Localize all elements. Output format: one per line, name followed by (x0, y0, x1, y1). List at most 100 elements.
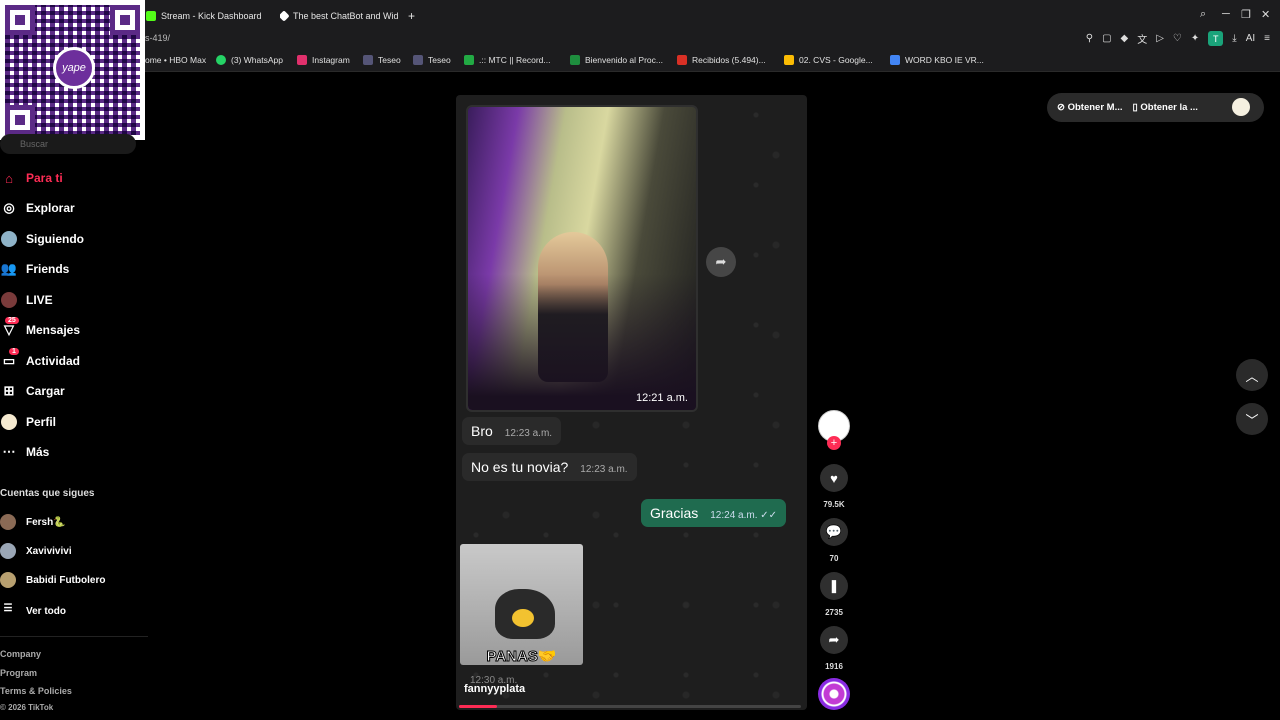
bookmark-label: .:: MTC || Record... (479, 55, 551, 65)
instagram-icon (297, 55, 307, 65)
photo-time: 12:21 a.m. (636, 392, 688, 404)
nav-explorar[interactable]: ◎ Explorar (0, 199, 74, 217)
account-item[interactable]: Xavivivivi (0, 543, 72, 559)
bookmark-label: WORD KBO IE VR... (905, 55, 984, 65)
bookmark-label: Teseo (378, 55, 401, 65)
pin-icon[interactable]: ⚲ (1086, 33, 1093, 44)
profile-avatar[interactable]: T (1208, 31, 1224, 46)
bookmark-label: Recibidos (5.494)... (692, 55, 766, 65)
bookmark-whatsapp[interactable]: (3) WhatsApp (216, 55, 283, 65)
nav-friends[interactable]: 👥 Friends (0, 260, 69, 278)
comment-icon: 💬 (825, 524, 843, 539)
nav-siguiendo[interactable]: Siguiendo (0, 230, 84, 248)
bookmark-instagram[interactable]: Instagram (297, 55, 350, 65)
video-progress-bar[interactable] (459, 705, 801, 708)
close-button[interactable]: ✕ (1261, 8, 1270, 21)
bookmark-hbo[interactable]: ome • HBO Max (145, 55, 206, 65)
heart-icon[interactable]: ♡ (1173, 33, 1182, 44)
bookmark-label: 02. CVS - Google... (799, 55, 873, 65)
message-time: 12:24 a.m. ✓✓ (710, 510, 778, 521)
user-avatar[interactable] (1232, 98, 1250, 116)
previous-video-button[interactable]: ︿ (1236, 359, 1268, 391)
nav-para-ti[interactable]: ⌂ Para ti (0, 169, 63, 187)
chatbot-icon (280, 10, 290, 22)
message-time: 12:23 a.m. (580, 464, 628, 475)
sidebar-divider (0, 636, 148, 637)
bookmark-label: (3) WhatsApp (231, 55, 283, 65)
menu-icon[interactable]: ≡ (1264, 33, 1270, 44)
download-icon[interactable]: ⤓ (1232, 33, 1236, 44)
messages-badge: 25 (5, 317, 19, 324)
nav-label: Friends (26, 262, 70, 276)
shield-icon[interactable]: ◆ (1121, 33, 1129, 44)
bookmark-teseo-1[interactable]: Teseo (363, 55, 401, 65)
search-tabs-icon[interactable]: ⌕ (1200, 8, 1206, 21)
nav-cargar[interactable]: ⊞ Cargar (0, 382, 65, 400)
translate-icon[interactable]: 文 (1137, 31, 1147, 46)
minimize-button[interactable]: ─ (1222, 8, 1230, 20)
desktop-icon: ⊘ (1057, 102, 1068, 113)
bookmark-label: Bienvenido al Proc... (585, 55, 663, 65)
account-name: Fersh🐍 (26, 516, 66, 528)
message-time: 12:23 a.m. (504, 428, 553, 439)
like-button[interactable]: ♥ (820, 464, 848, 492)
chat-bubble-in: Bro 12:23 a.m. (462, 417, 562, 445)
play-icon[interactable]: ▷ (1156, 33, 1164, 44)
profile-icon (0, 413, 18, 431)
bookmark-label: Instagram (312, 55, 350, 65)
nav-label: Actividad (26, 354, 81, 368)
share-button[interactable]: ➦ (820, 626, 848, 654)
drive-icon (784, 55, 794, 65)
nav-live[interactable]: LIVE (0, 291, 53, 309)
bookmark-mtc[interactable]: .:: MTC || Record... (464, 55, 550, 65)
message-text: Bro (471, 423, 493, 439)
share-count: 1916 (825, 662, 843, 671)
follow-plus-icon[interactable]: + (827, 436, 841, 450)
see-all-link[interactable]: ☰ Ver todo (0, 603, 67, 619)
docs-icon (890, 55, 900, 65)
following-section-title: Cuentas que sigues (0, 488, 95, 499)
save-button[interactable]: ❚ (820, 572, 848, 600)
account-item[interactable]: Babidi Futbolero (0, 572, 105, 588)
nav-label: LIVE (26, 293, 53, 307)
account-item[interactable]: Fersh🐍 (0, 514, 66, 530)
tab-chatbot[interactable]: The best ChatBot and Wid (280, 6, 398, 26)
footer-program[interactable]: Program (0, 668, 37, 678)
screenshot-icon[interactable]: ▢ (1102, 33, 1111, 44)
bookmark-word[interactable]: WORD KBO IE VR... (890, 55, 984, 65)
nav-label: Perfil (26, 415, 57, 429)
chat-bubble-in: No es tu novia? 12:23 a.m. (462, 453, 637, 481)
comment-button[interactable]: 💬 (820, 518, 848, 546)
bookmark-teseo-2[interactable]: Teseo (413, 55, 451, 65)
restore-button[interactable]: ❐ (1241, 8, 1251, 21)
new-tab-button[interactable]: + (408, 6, 415, 26)
footer-company[interactable]: Company (0, 649, 41, 659)
video-author[interactable]: fannyyplata (464, 683, 525, 695)
music-disc-icon[interactable] (818, 678, 850, 710)
ai-button[interactable]: AI (1246, 33, 1255, 44)
video-player[interactable]: 12:21 a.m. ➦ Bro 12:23 a.m. No es tu nov… (456, 95, 807, 710)
pill-get-desktop[interactable]: ⊘ Obtener M... (1057, 102, 1123, 113)
nav-label: Más (26, 445, 50, 459)
footer-terms[interactable]: Terms & Policies (0, 686, 72, 696)
nav-mensajes[interactable]: ▽ 25 Mensajes (0, 317, 80, 339)
comment-count: 70 (829, 554, 839, 563)
nav-perfil[interactable]: Perfil (0, 413, 56, 431)
following-icon (0, 230, 18, 248)
activity-badge: 1 (9, 348, 19, 355)
nav-actividad[interactable]: ▭ 1 Actividad (0, 348, 81, 370)
bookmark-bienvenido[interactable]: Bienvenido al Proc... (570, 55, 663, 65)
tab-kick[interactable]: Stream - Kick Dashboard (146, 6, 262, 26)
qr-finder (110, 5, 140, 35)
pill-label: Obtener la ... (1140, 102, 1198, 113)
search-input[interactable]: Buscar (0, 134, 136, 154)
avatar (0, 572, 16, 588)
next-video-button[interactable]: ﹀ (1236, 403, 1268, 435)
bookmark-gmail[interactable]: Recibidos (5.494)... (677, 55, 766, 65)
address-text[interactable]: s-419/ (145, 33, 170, 43)
messages-icon: ▽ 25 (0, 317, 19, 339)
extensions-icon[interactable]: ✦ (1191, 33, 1199, 44)
nav-mas[interactable]: ⋯ Más (0, 443, 50, 461)
bookmark-drive[interactable]: 02. CVS - Google... (784, 55, 873, 65)
pill-get-app[interactable]: ▯ Obtener la ... (1133, 102, 1198, 113)
